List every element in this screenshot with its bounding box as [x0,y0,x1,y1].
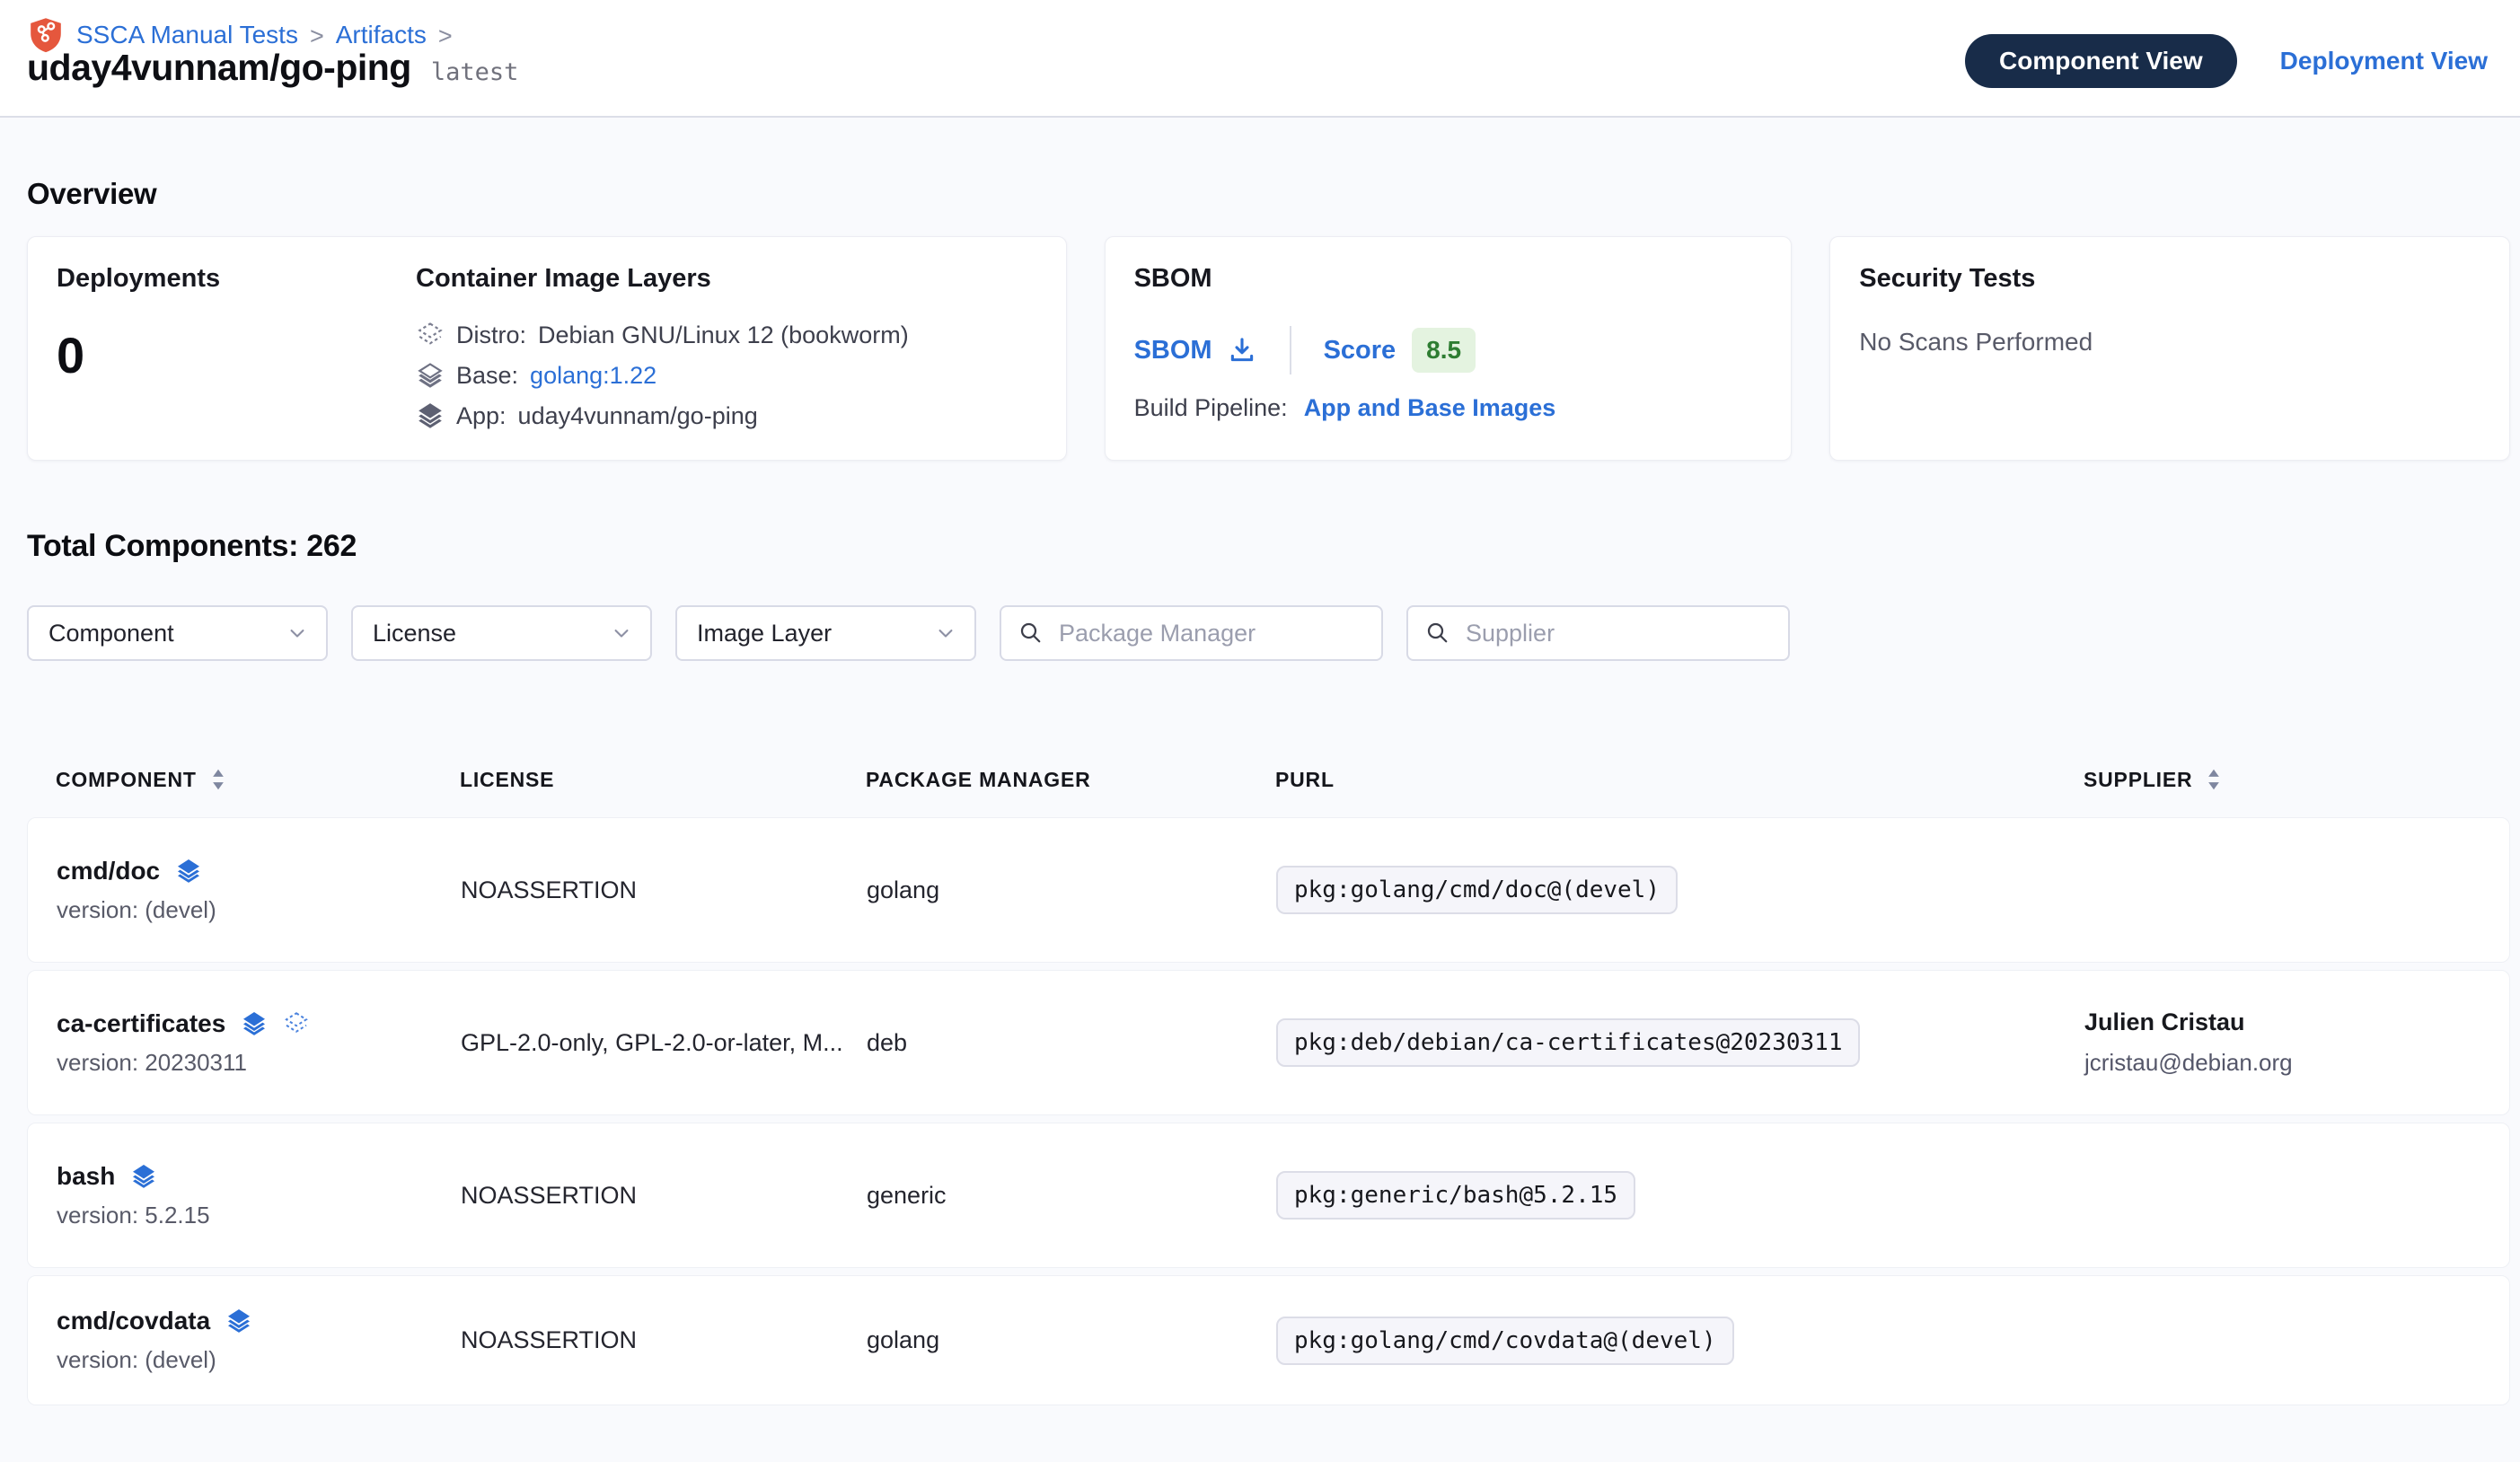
total-components-heading: Total Components: 262 [27,529,2520,564]
container-image-layers-title: Container Image Layers [416,264,909,294]
page-header: SSCA Manual Tests > Artifacts > uday4vun… [0,0,2520,118]
package-manager-cell: golang [867,876,1276,904]
chevron-down-icon [285,621,310,646]
search-icon [1018,620,1044,647]
layers-filled-icon [175,858,202,885]
package-manager-cell: golang [867,1326,1276,1354]
layers-filled-icon [241,1010,268,1037]
supplier-search-input[interactable] [1464,619,1772,648]
layer-label: Base: [456,362,518,390]
license-cell: NOASSERTION [461,1326,867,1354]
sbom-download-link[interactable]: SBOM [1134,335,1257,366]
sort-arrows-icon[interactable] [210,767,226,792]
column-header-supplier[interactable]: SUPPLIER [2084,768,2192,792]
component-name: cmd/covdata [57,1307,210,1335]
sort-arrows-icon[interactable] [2206,767,2222,792]
layers-dashed-icon [416,321,445,349]
purl-chip: pkg:golang/cmd/covdata@(devel) [1276,1317,1734,1365]
overview-heading: Overview [27,177,2520,211]
title-row: uday4vunnam/go-ping latest [27,47,518,89]
artifact-tag: latest [431,58,519,86]
column-header-license: LICENSE [460,768,554,792]
deployments-layers-card: Deployments 0 Container Image Layers Dis… [27,236,1067,461]
layers-filled-icon [416,401,445,430]
supplier-name: Julien Cristau [2084,1008,2509,1036]
column-header-component[interactable]: COMPONENT [56,768,197,792]
deployments-count: 0 [57,326,416,384]
package-manager-cell: deb [867,1029,1276,1057]
component-version: version: 20230311 [57,1049,461,1077]
package-manager-cell: generic [867,1182,1276,1210]
column-header-package-manager: PACKAGE MANAGER [866,768,1091,792]
purl-chip: pkg:generic/bash@5.2.15 [1276,1171,1635,1220]
sbom-title: SBOM [1134,264,1763,294]
component-name: bash [57,1162,115,1191]
breadcrumb-separator: > [310,21,324,50]
layer-row-distro: Distro: Debian GNU/Linux 12 (bookworm) [416,321,909,349]
table-row[interactable]: ca-certificates version: 20230311 GPL-2.… [27,970,2510,1115]
license-cell: NOASSERTION [461,876,867,904]
component-version: version: 5.2.15 [57,1202,461,1229]
vertical-divider [1290,326,1291,374]
license-cell: NOASSERTION [461,1182,867,1210]
dropdown-label: Image Layer [697,620,832,647]
view-toggle: Component View Deployment View [1965,34,2488,88]
build-pipeline-link[interactable]: App and Base Images [1304,394,1556,422]
layer-label: App: [456,402,507,430]
search-icon [1424,620,1451,647]
layer-value: uday4vunnam/go-ping [518,402,758,430]
component-version: version: (devel) [57,1346,461,1374]
table-row[interactable]: cmd/covdata version: (devel) NOASSERTION… [27,1275,2510,1405]
purl-chip: pkg:deb/debian/ca-certificates@20230311 [1276,1018,1860,1067]
component-filter-dropdown[interactable]: Component [27,605,328,661]
supplier-email: jcristau@debian.org [2084,1049,2509,1077]
score-badge: 8.5 [1412,328,1476,373]
overview-cards: Deployments 0 Container Image Layers Dis… [27,236,2510,461]
base-image-link[interactable]: golang:1.22 [530,362,656,390]
image-layer-filter-dropdown[interactable]: Image Layer [675,605,976,661]
chevron-down-icon [609,621,634,646]
layers-half-icon [416,361,445,390]
filters-bar: Component License Image Layer [27,605,2520,661]
breadcrumb-link-artifacts[interactable]: Artifacts [336,21,427,49]
sbom-download-label: SBOM [1134,336,1212,366]
component-version: version: (devel) [57,896,461,924]
breadcrumb-link-project[interactable]: SSCA Manual Tests [76,21,298,49]
chevron-down-icon [933,621,958,646]
table-header: COMPONENT LICENSE PACKAGE MANAGER PURL S… [27,767,2510,792]
table-row[interactable]: cmd/doc version: (devel) NOASSERTION gol… [27,817,2510,963]
license-filter-dropdown[interactable]: License [351,605,652,661]
component-name: cmd/doc [57,857,160,885]
layers-filled-icon [225,1308,252,1334]
security-tests-status: No Scans Performed [1859,328,2480,357]
column-header-purl: PURL [1275,768,1335,792]
layer-row-base: Base: golang:1.22 [416,361,909,390]
supplier-search [1406,605,1790,661]
page-title: uday4vunnam/go-ping [27,47,411,89]
components-table-body: cmd/doc version: (devel) NOASSERTION gol… [27,817,2510,1405]
license-cell: GPL-2.0-only, GPL-2.0-or-later, M... [461,1029,867,1057]
security-tests-card: Security Tests No Scans Performed [1829,236,2510,461]
build-pipeline-label: Build Pipeline: [1134,394,1288,422]
score-label: Score [1324,336,1397,366]
layer-label: Distro: [456,321,526,349]
sbom-card: SBOM SBOM Score 8.5 Build Pipeline: App … [1105,236,1793,461]
component-name: ca-certificates [57,1009,225,1038]
deployments-title: Deployments [57,264,416,294]
breadcrumb-separator: > [438,21,453,50]
layers-filled-icon [130,1163,157,1190]
purl-chip: pkg:golang/cmd/doc@(devel) [1276,866,1678,914]
table-row[interactable]: bash version: 5.2.15 NOASSERTION generic… [27,1123,2510,1268]
layers-dashed-icon [283,1010,310,1037]
deployment-view-button[interactable]: Deployment View [2280,47,2488,75]
download-icon[interactable] [1227,335,1257,366]
package-manager-search [1000,605,1383,661]
dropdown-label: Component [48,620,174,647]
dropdown-label: License [373,620,456,647]
security-tests-title: Security Tests [1859,264,2480,294]
component-view-button[interactable]: Component View [1965,34,2237,88]
layer-value: Debian GNU/Linux 12 (bookworm) [538,321,909,349]
layer-row-app: App: uday4vunnam/go-ping [416,401,909,430]
package-manager-search-input[interactable] [1057,619,1365,648]
